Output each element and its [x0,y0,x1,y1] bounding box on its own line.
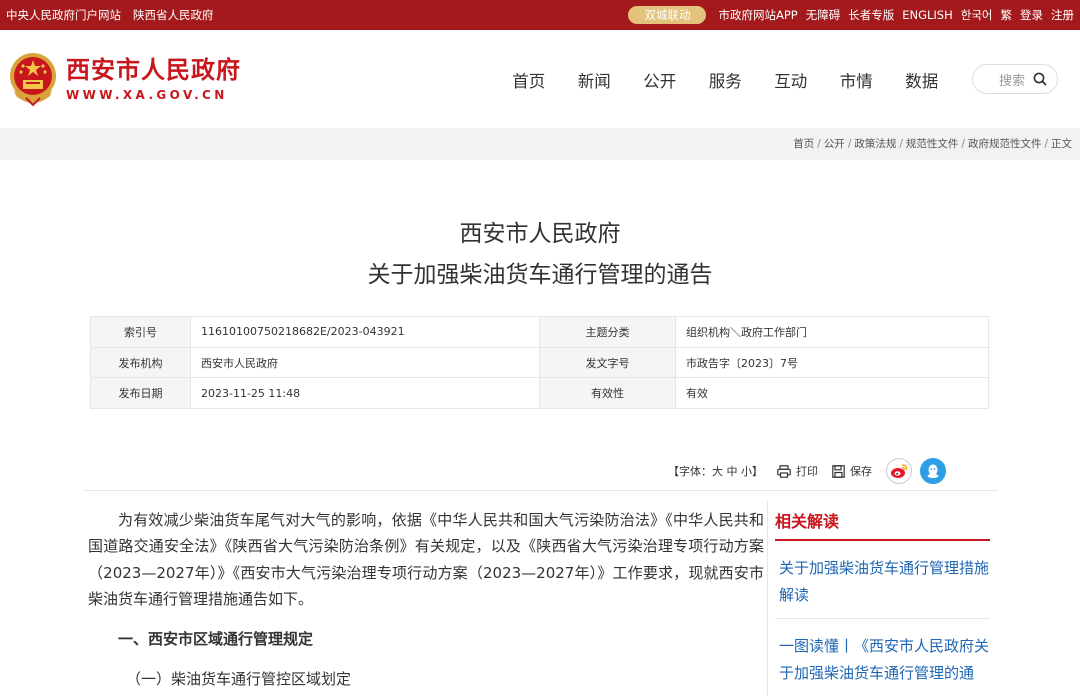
font-size-control[interactable]: 【字体：大 中 小】 [668,463,763,479]
table-row: 发布机构 西安市人民政府 发文字号 市政告字〔2023〕7号 [90,346,989,379]
site-url: WWW.XA.GOV.CN [66,88,228,102]
qq-icon [927,464,939,478]
article-intro-paragraph: 为有效减少柴油货车尾气对大气的影响，依据《中华人民共和国大气污染防治法》《中华人… [88,511,764,608]
site-header: 西安市人民政府 WWW.XA.GOV.CN 首页 新闻 公开 服务 互动 市情 … [0,30,1080,128]
save-label: 保存 [850,465,872,478]
save-button[interactable]: 保存 [832,463,872,479]
breadcrumb-home[interactable]: 首页 [793,128,814,160]
nav-open[interactable]: 公开 [627,68,693,92]
link-login[interactable]: 登录 [1020,0,1043,30]
breadcrumb: 首页 / 公开 / 政策法规 / 规范性文件 / 政府规范性文件 / 正文 [793,128,1072,160]
meta-value: 11610100750218682E/2023-043921 [190,316,540,348]
breadcrumb-policy[interactable]: 政策法规 [854,128,896,160]
breadcrumb-separator: / [1044,138,1048,150]
breadcrumb-separator: / [961,138,965,150]
top-bar: 中央人民政府门户网站 陕西省人民政府 双城联动 市政府网站APP 无障碍 长者专… [0,0,1080,30]
document-meta-table: 索引号 11610100750218682E/2023-043921 主题分类 … [90,316,989,410]
link-korean[interactable]: 한국어 [961,0,993,30]
nav-data[interactable]: 数据 [889,68,955,92]
link-register[interactable]: 注册 [1051,0,1074,30]
link-central-gov[interactable]: 中央人民政府门户网站 [6,0,121,30]
related-sidebar: 相关解读 关于加强柴油货车通行管理措施解读 一图读懂丨《西安市人民政府关于加强柴… [775,500,990,696]
article-body: 为有效减少柴油货车尾气对大气的影响，依据《中华人民共和国大气污染防治法》《中华人… [88,507,764,692]
breadcrumb-separator: / [899,138,903,150]
national-emblem-icon [10,53,56,107]
meta-key: 主题分类 [539,316,676,348]
breadcrumb-open[interactable]: 公开 [824,128,845,160]
article-tools: 【字体：大 中 小】 打印 保存 [668,458,954,484]
nav-interact[interactable]: 互动 [758,68,824,92]
nav-home[interactable]: 首页 [496,68,562,92]
breadcrumb-gov-normative[interactable]: 政府规范性文件 [968,128,1042,160]
top-bar-left-links: 中央人民政府门户网站 陕西省人民政府 [6,0,214,30]
breadcrumb-separator: / [817,138,821,150]
breadcrumb-normative[interactable]: 规范性文件 [906,128,959,160]
meta-value: 组织机构＼政府工作部门 [675,316,989,348]
subsection-heading: （一）柴油货车通行管控区域划定 [126,670,352,689]
print-label: 打印 [796,465,818,478]
logo-text: 西安市人民政府 WWW.XA.GOV.CN [66,55,241,103]
section-heading: 一、西安市区域通行管理规定 [118,630,314,649]
sidebar-divider [767,500,768,696]
link-traditional[interactable]: 繁 [1001,0,1013,30]
qq-share-button[interactable] [920,458,946,484]
link-app[interactable]: 市政府网站APP [718,0,797,30]
weibo-icon [891,464,908,478]
tools-divider [83,490,998,491]
search-box[interactable]: 搜索 [972,64,1058,94]
document-title-line2: 关于加强柴油货车通行管理的通告 [367,262,713,288]
main-nav: 首页 新闻 公开 服务 互动 市情 数据 [496,68,955,92]
breadcrumb-bar: 首页 / 公开 / 政策法规 / 规范性文件 / 政府规范性文件 / 正文 [0,128,1080,160]
meta-key: 索引号 [90,316,191,348]
meta-value: 西安市人民政府 [190,346,540,379]
print-icon [777,464,791,478]
nav-service[interactable]: 服务 [693,68,759,92]
related-link[interactable]: 关于加强柴油货车通行管理措施解读 [775,541,990,619]
document-title-line1: 西安市人民政府 [459,221,621,247]
save-icon [832,464,845,478]
meta-key: 有效性 [539,377,676,410]
search-label: 搜索 [998,73,1025,89]
twin-city-button[interactable]: 双城联动 [628,6,707,24]
link-shaanxi-gov[interactable]: 陕西省人民政府 [133,0,214,30]
search-icon[interactable] [1033,72,1047,86]
meta-value: 2023-11-25 11:48 [190,377,540,410]
site-name: 西安市人民政府 [66,55,241,84]
site-logo[interactable]: 西安市人民政府 WWW.XA.GOV.CN [8,50,241,108]
link-accessibility[interactable]: 无障碍 [806,0,841,30]
table-row: 发布日期 2023-11-25 11:48 有效性 有效 [90,377,989,410]
related-link[interactable]: 一图读懂丨《西安市人民政府关于加强柴油货车通行管理的通 [775,619,990,696]
meta-value: 市政告字〔2023〕7号 [675,346,989,379]
breadcrumb-separator: / [847,138,852,150]
nav-news[interactable]: 新闻 [562,68,628,92]
table-row: 索引号 11610100750218682E/2023-043921 主题分类 … [90,316,989,348]
meta-value: 有效 [675,377,989,410]
meta-key: 发布机构 [90,346,191,379]
nav-city-info[interactable]: 市情 [824,68,890,92]
link-english[interactable]: ENGLISH [902,0,953,30]
sidebar-heading: 相关解读 [775,500,990,541]
weibo-share-button[interactable] [886,458,912,484]
print-button[interactable]: 打印 [777,463,818,479]
link-elder-mode[interactable]: 长者专版 [848,0,894,30]
breadcrumb-current: 正文 [1051,138,1072,150]
top-bar-right-links: 双城联动 市政府网站APP 无障碍 长者专版 ENGLISH 한국어 繁 登录 … [628,0,1074,30]
meta-key: 发布日期 [90,377,191,410]
meta-key: 发文字号 [539,346,676,379]
